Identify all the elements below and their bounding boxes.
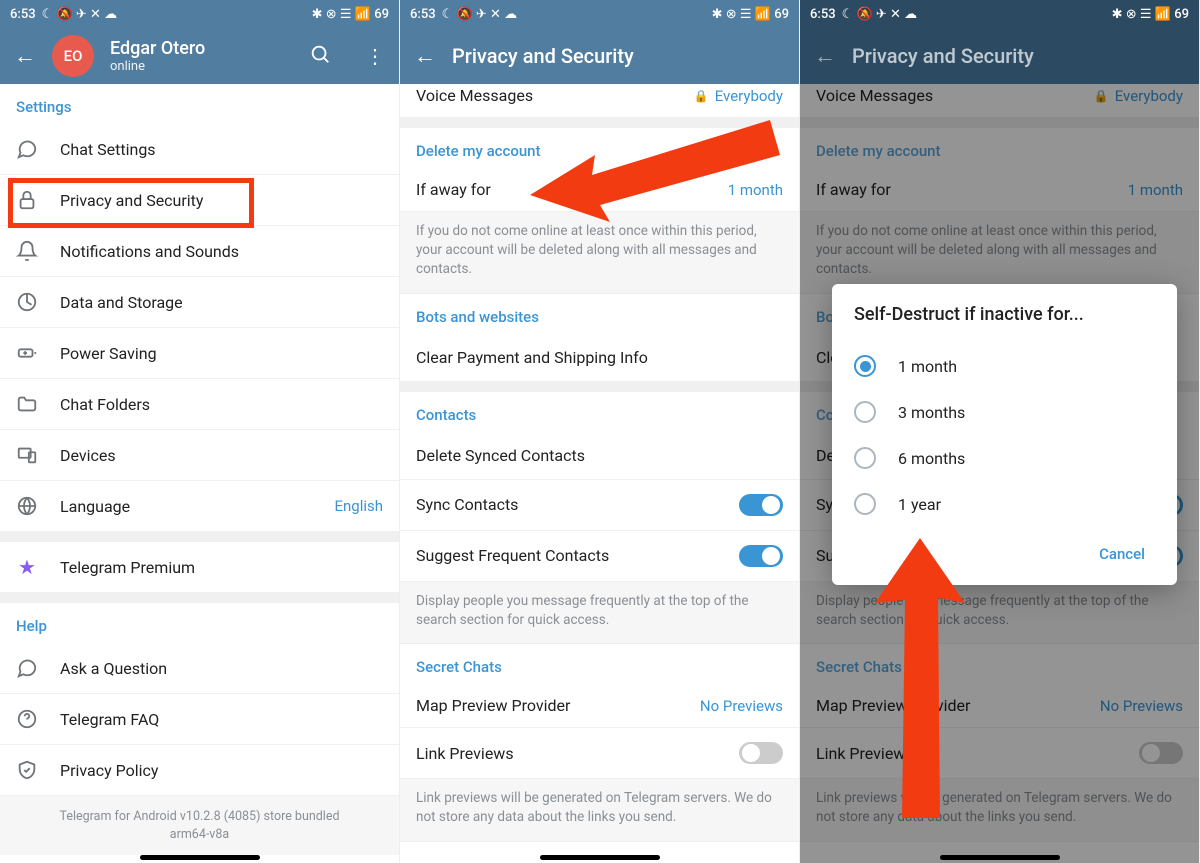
lock-icon: 🔒 <box>694 89 709 103</box>
version-footer: Telegram for Android v10.2.8 (4085) stor… <box>0 796 399 855</box>
back-arrow-icon[interactable]: ← <box>414 43 436 69</box>
status-left-icons: ☾ 🔕 ✈ ✕ ☁ <box>42 7 118 22</box>
status-time: 6:53 <box>410 7 436 22</box>
back-arrow-icon[interactable]: ← <box>814 43 836 69</box>
row-sync-contacts[interactable]: Sync Contacts <box>400 480 799 531</box>
chat-icon <box>16 138 38 160</box>
row-map-provider[interactable]: Map Preview Provider No Previews <box>400 684 799 728</box>
star-icon: ★ <box>16 556 38 578</box>
row-data-storage[interactable]: Data and Storage <box>0 277 399 328</box>
devices-icon <box>16 444 38 466</box>
row-link-previews[interactable]: Link Previews <box>400 728 799 779</box>
profile-status: online <box>110 59 275 74</box>
suggest-hint: Display people you message frequently at… <box>400 582 799 645</box>
dialog-title: Self-Destruct if inactive for... <box>854 304 1155 325</box>
status-right-icons: ✱ ⊗ ☰ 📶 69 <box>712 7 789 22</box>
chat-icon <box>16 657 38 679</box>
home-indicator <box>140 855 260 860</box>
radio-icon <box>854 447 876 469</box>
avatar[interactable]: EO <box>52 35 94 77</box>
panel-privacy-dialog: 6:53 ☾ 🔕 ✈ ✕ ☁ ✱ ⊗ ☰ 📶 69 ← Privacy and … <box>800 0 1200 863</box>
row-clear-payment[interactable]: Clear Payment and Shipping Info <box>400 334 799 382</box>
row-premium[interactable]: ★ Telegram Premium <box>0 542 399 593</box>
home-indicator <box>940 855 1060 860</box>
settings-header: ← EO Edgar Otero online ⋮ <box>0 28 399 84</box>
lock-icon <box>16 189 38 211</box>
row-voice-messages[interactable]: Voice Messages 🔒Everybody <box>400 74 799 118</box>
data-icon <box>16 291 38 313</box>
help-icon <box>16 708 38 730</box>
radio-icon <box>854 355 876 377</box>
section-secret-chats: Secret Chats <box>400 644 799 684</box>
page-title: Privacy and Security <box>452 44 785 68</box>
status-left-icons: ☾ 🔕 ✈ ✕ ☁ <box>842 7 918 22</box>
row-devices[interactable]: Devices <box>0 430 399 481</box>
status-time: 6:53 <box>10 7 36 22</box>
status-right-icons: ✱ ⊗ ☰ 📶 69 <box>312 7 389 22</box>
globe-icon <box>16 495 38 517</box>
row-delete-synced[interactable]: Delete Synced Contacts <box>400 432 799 480</box>
radio-icon <box>854 401 876 423</box>
folder-icon <box>16 393 38 415</box>
shield-icon <box>16 759 38 781</box>
back-arrow-icon[interactable]: ← <box>14 43 36 69</box>
panel-privacy-settings: 6:53 ☾ 🔕 ✈ ✕ ☁ ✱ ⊗ ☰ 📶 69 ← Privacy and … <box>400 0 800 863</box>
toggle-suggest-contacts[interactable] <box>739 545 783 567</box>
link-hint: Link previews will be generated on Teleg… <box>400 779 799 842</box>
row-power-saving[interactable]: Power Saving <box>0 328 399 379</box>
profile-name: Edgar Otero <box>110 38 275 59</box>
status-bar: 6:53 ☾ 🔕 ✈ ✕ ☁ ✱ ⊗ ☰ 📶 69 <box>800 0 1199 28</box>
row-ask-question[interactable]: Ask a Question <box>0 643 399 694</box>
status-left-icons: ☾ 🔕 ✈ ✕ ☁ <box>442 7 518 22</box>
cancel-button[interactable]: Cancel <box>1089 537 1155 571</box>
bell-icon <box>16 240 38 262</box>
status-bar: 6:53 ☾ 🔕 ✈ ✕ ☁ ✱ ⊗ ☰ 📶 69 <box>0 0 399 28</box>
row-chat-settings[interactable]: Chat Settings <box>0 124 399 175</box>
more-icon[interactable]: ⋮ <box>365 44 385 68</box>
language-value: English <box>334 497 383 515</box>
search-icon[interactable] <box>309 43 331 70</box>
section-help: Help <box>0 603 399 643</box>
status-bar: 6:53 ☾ 🔕 ✈ ✕ ☁ ✱ ⊗ ☰ 📶 69 <box>400 0 799 28</box>
radio-icon <box>854 493 876 515</box>
row-chat-folders[interactable]: Chat Folders <box>0 379 399 430</box>
annotation-arrow <box>530 120 780 230</box>
row-privacy-security[interactable]: Privacy and Security <box>0 175 399 226</box>
radio-3-months[interactable]: 3 months <box>854 389 1155 435</box>
toggle-link-previews[interactable] <box>739 742 783 764</box>
battery-icon <box>16 342 38 364</box>
section-contacts: Contacts <box>400 392 799 432</box>
status-time: 6:53 <box>810 7 836 22</box>
panel-settings: 6:53 ☾ 🔕 ✈ ✕ ☁ ✱ ⊗ ☰ 📶 69 ← EO Edgar Ote… <box>0 0 400 863</box>
toggle-sync-contacts[interactable] <box>739 494 783 516</box>
annotation-arrow <box>870 538 970 818</box>
home-indicator <box>540 855 660 860</box>
row-language[interactable]: Language English <box>0 481 399 532</box>
section-bots: Bots and websites <box>400 294 799 334</box>
radio-1-year[interactable]: 1 year <box>854 481 1155 527</box>
status-right-icons: ✱ ⊗ ☰ 📶 69 <box>1112 7 1189 22</box>
radio-1-month[interactable]: 1 month <box>854 343 1155 389</box>
row-notifications[interactable]: Notifications and Sounds <box>0 226 399 277</box>
section-settings: Settings <box>0 84 399 124</box>
row-privacy-policy[interactable]: Privacy Policy <box>0 745 399 796</box>
map-value: No Previews <box>700 697 783 715</box>
radio-6-months[interactable]: 6 months <box>854 435 1155 481</box>
row-faq[interactable]: Telegram FAQ <box>0 694 399 745</box>
page-title: Privacy and Security <box>852 44 1185 68</box>
row-suggest-contacts[interactable]: Suggest Frequent Contacts <box>400 531 799 582</box>
